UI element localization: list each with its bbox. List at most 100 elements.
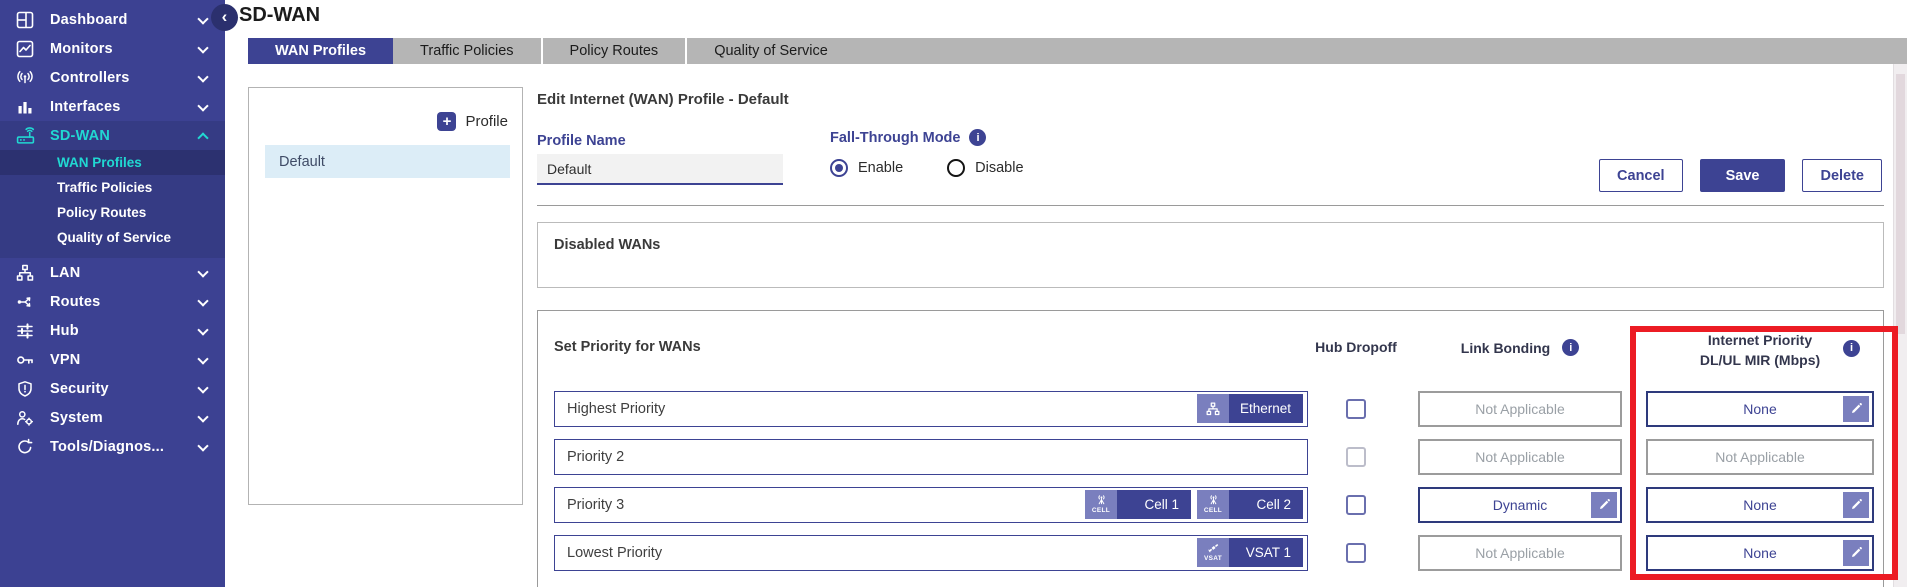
routes-icon bbox=[14, 293, 36, 311]
sidebar-subitem-policy-routes[interactable]: Policy Routes bbox=[0, 200, 225, 225]
sidebar-item-label: Routes bbox=[50, 294, 183, 310]
wan-priority-box[interactable]: Priority 2 bbox=[554, 439, 1308, 475]
sidebar-item-label: VPN bbox=[50, 352, 183, 368]
wan-chip-vsat-1[interactable]: VSAT VSAT 1 bbox=[1197, 538, 1303, 567]
sidebar-item-lan[interactable]: LAN bbox=[0, 258, 225, 287]
priority-row-label: Priority 3 bbox=[567, 497, 624, 513]
sidebar-item-sdwan[interactable]: SD-WAN bbox=[0, 121, 225, 150]
sidebar-item-security[interactable]: Security bbox=[0, 374, 225, 403]
priority-row-label: Lowest Priority bbox=[567, 545, 662, 561]
tab-wan-profiles[interactable]: WAN Profiles bbox=[248, 38, 393, 64]
lan-icon bbox=[14, 264, 36, 282]
info-icon[interactable]: i bbox=[1562, 339, 1579, 356]
fall-through-label: Fall-Through Mode bbox=[830, 130, 960, 146]
profile-name-input[interactable] bbox=[537, 154, 783, 185]
delete-button[interactable]: Delete bbox=[1802, 159, 1882, 192]
hub-dropoff-column-header: Hub Dropoff bbox=[1308, 330, 1404, 355]
internet-priority-field[interactable]: None bbox=[1646, 391, 1874, 427]
sidebar-item-label: SD-WAN bbox=[50, 128, 183, 144]
edit-icon[interactable] bbox=[1843, 492, 1869, 518]
page-title: SD-WAN bbox=[239, 4, 320, 27]
priority-row-2: Priority 2 Not Applicable Not Applicable bbox=[554, 439, 1883, 475]
internet-priority-field: Not Applicable bbox=[1646, 439, 1874, 475]
hub-dropoff-checkbox[interactable] bbox=[1346, 447, 1366, 467]
internet-priority-value: None bbox=[1743, 497, 1776, 513]
info-icon[interactable]: i bbox=[969, 129, 986, 146]
cancel-button[interactable]: Cancel bbox=[1599, 159, 1683, 192]
edit-icon[interactable] bbox=[1843, 540, 1869, 566]
wan-priority-box[interactable]: Lowest Priority VSAT VSAT 1 bbox=[554, 535, 1308, 571]
cell-tower-icon: CELL bbox=[1197, 490, 1229, 519]
profile-list-item-default[interactable]: Default bbox=[265, 145, 510, 178]
info-icon[interactable]: i bbox=[1843, 340, 1860, 357]
hub-dropoff-checkbox[interactable] bbox=[1346, 495, 1366, 515]
chevron-up-icon bbox=[197, 130, 209, 142]
internet-priority-header-line2: DL/UL MIR (Mbps) bbox=[1646, 350, 1874, 370]
link-bonding-value: Not Applicable bbox=[1475, 449, 1565, 465]
priority-row-label: Priority 2 bbox=[567, 449, 624, 465]
chevron-down-icon bbox=[197, 296, 209, 308]
sdwan-router-icon bbox=[14, 126, 36, 145]
add-profile-button[interactable]: + Profile bbox=[437, 112, 508, 131]
sidebar-collapse-button[interactable]: ‹ bbox=[211, 4, 238, 31]
scrollbar-thumb[interactable] bbox=[1896, 74, 1905, 334]
wan-priority-box[interactable]: Highest Priority Ethernet bbox=[554, 391, 1308, 427]
sidebar-item-routes[interactable]: Routes bbox=[0, 287, 225, 316]
sidebar-item-system[interactable]: System bbox=[0, 403, 225, 432]
tab-quality-of-service[interactable]: Quality of Service bbox=[685, 38, 855, 64]
save-button[interactable]: Save bbox=[1700, 159, 1786, 192]
interfaces-icon bbox=[14, 98, 36, 116]
sidebar-item-interfaces[interactable]: Interfaces bbox=[0, 92, 225, 121]
link-bonding-column-header: Link Bonding i bbox=[1418, 330, 1622, 356]
wan-chip-label: Cell 1 bbox=[1117, 490, 1191, 519]
tools-diagnostics-icon bbox=[14, 438, 36, 456]
plus-icon: + bbox=[437, 112, 456, 131]
sidebar-item-vpn[interactable]: VPN bbox=[0, 345, 225, 374]
tab-policy-routes[interactable]: Policy Routes bbox=[541, 38, 686, 64]
fall-through-enable-radio[interactable]: Enable bbox=[830, 159, 903, 177]
link-bonding-field: Not Applicable bbox=[1418, 535, 1622, 571]
priority-section: Set Priority for WANs Hub Dropoff Link B… bbox=[537, 310, 1884, 587]
edit-icon[interactable] bbox=[1843, 396, 1869, 422]
sidebar-item-label: Interfaces bbox=[50, 99, 183, 115]
disable-label: Disable bbox=[975, 160, 1023, 176]
profiles-panel: + Profile Default bbox=[248, 87, 523, 505]
chevron-down-icon bbox=[197, 101, 209, 113]
wan-chip-label: Ethernet bbox=[1229, 394, 1303, 423]
chevron-down-icon bbox=[197, 72, 209, 84]
dashboard-icon bbox=[14, 11, 36, 29]
vpn-key-icon bbox=[14, 351, 36, 369]
link-bonding-value: Not Applicable bbox=[1475, 545, 1565, 561]
sidebar-subitem-traffic-policies[interactable]: Traffic Policies bbox=[0, 175, 225, 200]
internet-priority-field[interactable]: None bbox=[1646, 487, 1874, 523]
edit-icon[interactable] bbox=[1591, 492, 1617, 518]
monitors-icon bbox=[14, 40, 36, 58]
chevron-down-icon bbox=[197, 325, 209, 337]
wan-priority-box[interactable]: Priority 3 CELL Cell 1 bbox=[554, 487, 1308, 523]
security-shield-icon bbox=[14, 380, 36, 398]
chevron-down-icon bbox=[197, 383, 209, 395]
sidebar-item-tools-diagnostics[interactable]: Tools/Diagnos... bbox=[0, 432, 225, 461]
sidebar-item-hub[interactable]: Hub bbox=[0, 316, 225, 345]
link-bonding-field[interactable]: Dynamic bbox=[1418, 487, 1622, 523]
chevron-down-icon bbox=[197, 267, 209, 279]
wan-chip-ethernet[interactable]: Ethernet bbox=[1197, 394, 1303, 423]
tab-traffic-policies[interactable]: Traffic Policies bbox=[393, 38, 540, 64]
wan-chip-cell-1[interactable]: CELL Cell 1 bbox=[1085, 490, 1191, 519]
sidebar-item-dashboard[interactable]: Dashboard bbox=[0, 5, 225, 34]
sidebar-subitem-quality-of-service[interactable]: Quality of Service bbox=[0, 225, 225, 250]
sidebar-item-monitors[interactable]: Monitors bbox=[0, 34, 225, 63]
vertical-scrollbar[interactable] bbox=[1893, 64, 1907, 587]
wan-chip-cell-2[interactable]: CELL Cell 2 bbox=[1197, 490, 1303, 519]
internet-priority-header-line1: Internet Priority bbox=[1646, 330, 1874, 350]
sidebar-item-controllers[interactable]: Controllers bbox=[0, 63, 225, 92]
profile-editor: Edit Internet (WAN) Profile - Default Pr… bbox=[537, 64, 1884, 587]
hub-dropoff-checkbox[interactable] bbox=[1346, 543, 1366, 563]
fall-through-disable-radio[interactable]: Disable bbox=[947, 159, 1023, 177]
priority-rows: Highest Priority Ethernet bbox=[554, 391, 1883, 571]
sidebar-subitem-wan-profiles[interactable]: WAN Profiles bbox=[0, 150, 225, 175]
chevron-down-icon bbox=[197, 441, 209, 453]
fall-through-group: Fall-Through Mode i Enable Disable bbox=[830, 129, 1024, 177]
internet-priority-field[interactable]: None bbox=[1646, 535, 1874, 571]
hub-dropoff-checkbox[interactable] bbox=[1346, 399, 1366, 419]
